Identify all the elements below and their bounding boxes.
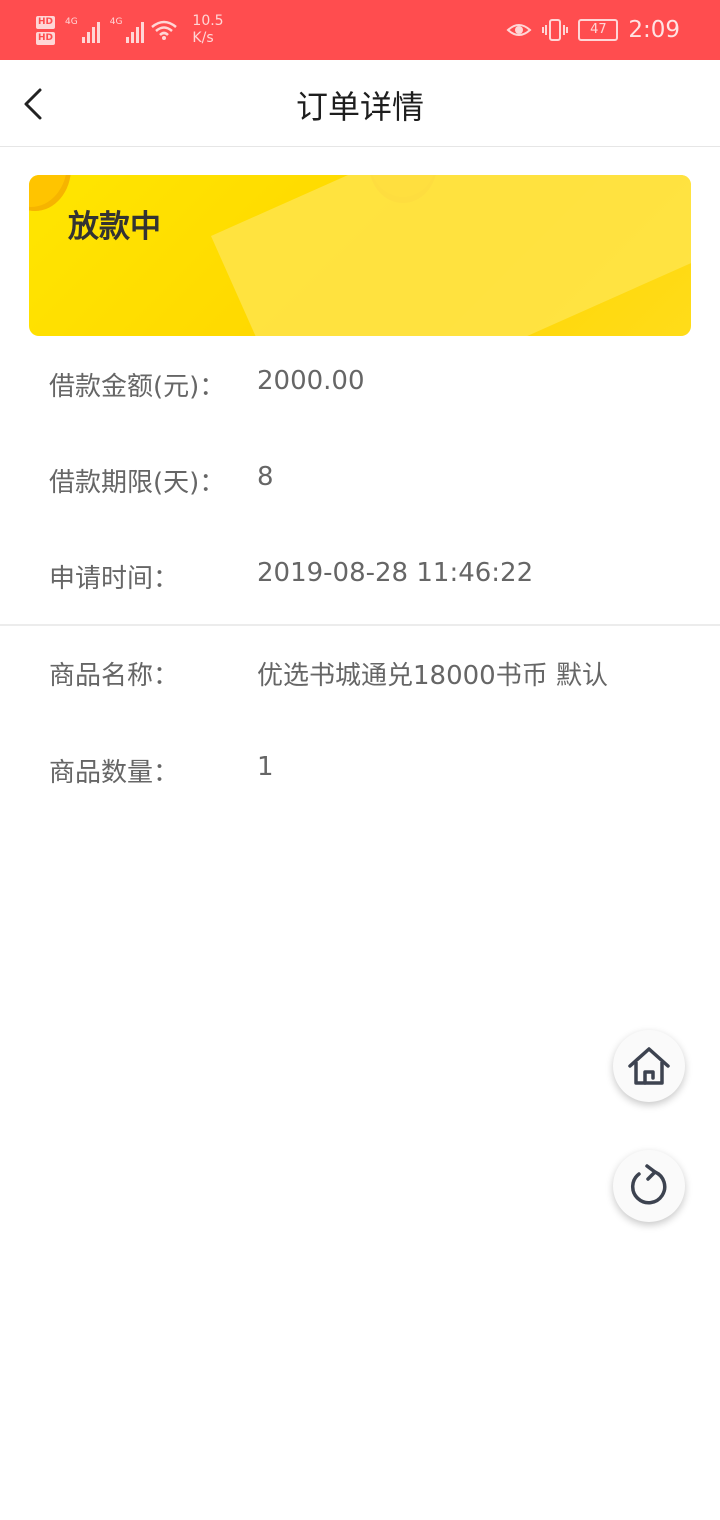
sim2-hd-badge: HD [36, 31, 56, 45]
network-type-2: 4G [109, 17, 123, 27]
apply-time-value: 2019-08-28 11:46:22 [257, 558, 534, 588]
coin-decoration-icon [29, 175, 71, 211]
vibrate-icon [542, 19, 569, 41]
section-divider [0, 624, 720, 626]
status-bar-right: 47 2:09 [506, 14, 680, 46]
product-name-label: 商品名称： [49, 661, 180, 691]
status-bar: HD HD 4G 4G 10.5 K/s 47 2:09 [0, 0, 720, 60]
order-status-text: 放款中 [68, 209, 161, 245]
refresh-button[interactable] [613, 1150, 685, 1222]
loan-amount-row: 借款金额(元)： 2000.00 [0, 358, 720, 406]
loan-amount-value: 2000.00 [257, 366, 365, 396]
battery-icon: 47 [578, 19, 619, 41]
apply-time-row: 申请时间： 2019-08-28 11:46:22 [0, 550, 720, 598]
loan-term-row: 借款期限(天)： 8 [0, 454, 720, 502]
product-quantity-label: 商品数量： [49, 758, 180, 788]
loan-amount-label: 借款金额(元)： [49, 372, 226, 402]
network-speed: 10.5 K/s [192, 13, 223, 47]
network-speed-value: 10.5 [192, 13, 224, 29]
product-quantity-row: 商品数量： 1 [0, 744, 720, 792]
title-bar: 订单详情 [0, 60, 720, 147]
sim-indicators: HD HD [36, 15, 56, 45]
status-bar-left: HD HD 4G 4G 10.5 K/s [36, 10, 224, 50]
signal-2-icon: 4G [110, 17, 145, 43]
banner-stripe [211, 175, 691, 336]
loan-term-value: 8 [257, 462, 274, 492]
network-speed-unit: K/s [192, 30, 214, 46]
wifi-icon [151, 20, 178, 40]
product-quantity-value: 1 [257, 752, 274, 782]
order-status-banner: 放款中 [29, 175, 691, 336]
loan-term-label: 借款期限(天)： [49, 468, 226, 498]
sim1-hd-badge: HD [36, 15, 56, 29]
product-name-value: 优选书城通兑18000书币 默认 [257, 661, 608, 691]
apply-time-label: 申请时间： [49, 564, 180, 594]
signal-1-icon: 4G [65, 17, 100, 43]
product-name-row: 商品名称： 优选书城通兑18000书币 默认 [0, 647, 720, 695]
clock: 2:09 [628, 17, 680, 43]
eye-icon [506, 24, 532, 36]
refresh-icon [631, 1164, 667, 1205]
home-icon [628, 1047, 670, 1085]
page-title: 订单详情 [295, 88, 424, 126]
home-button[interactable] [613, 1030, 685, 1102]
network-type-1: 4G [65, 17, 78, 27]
